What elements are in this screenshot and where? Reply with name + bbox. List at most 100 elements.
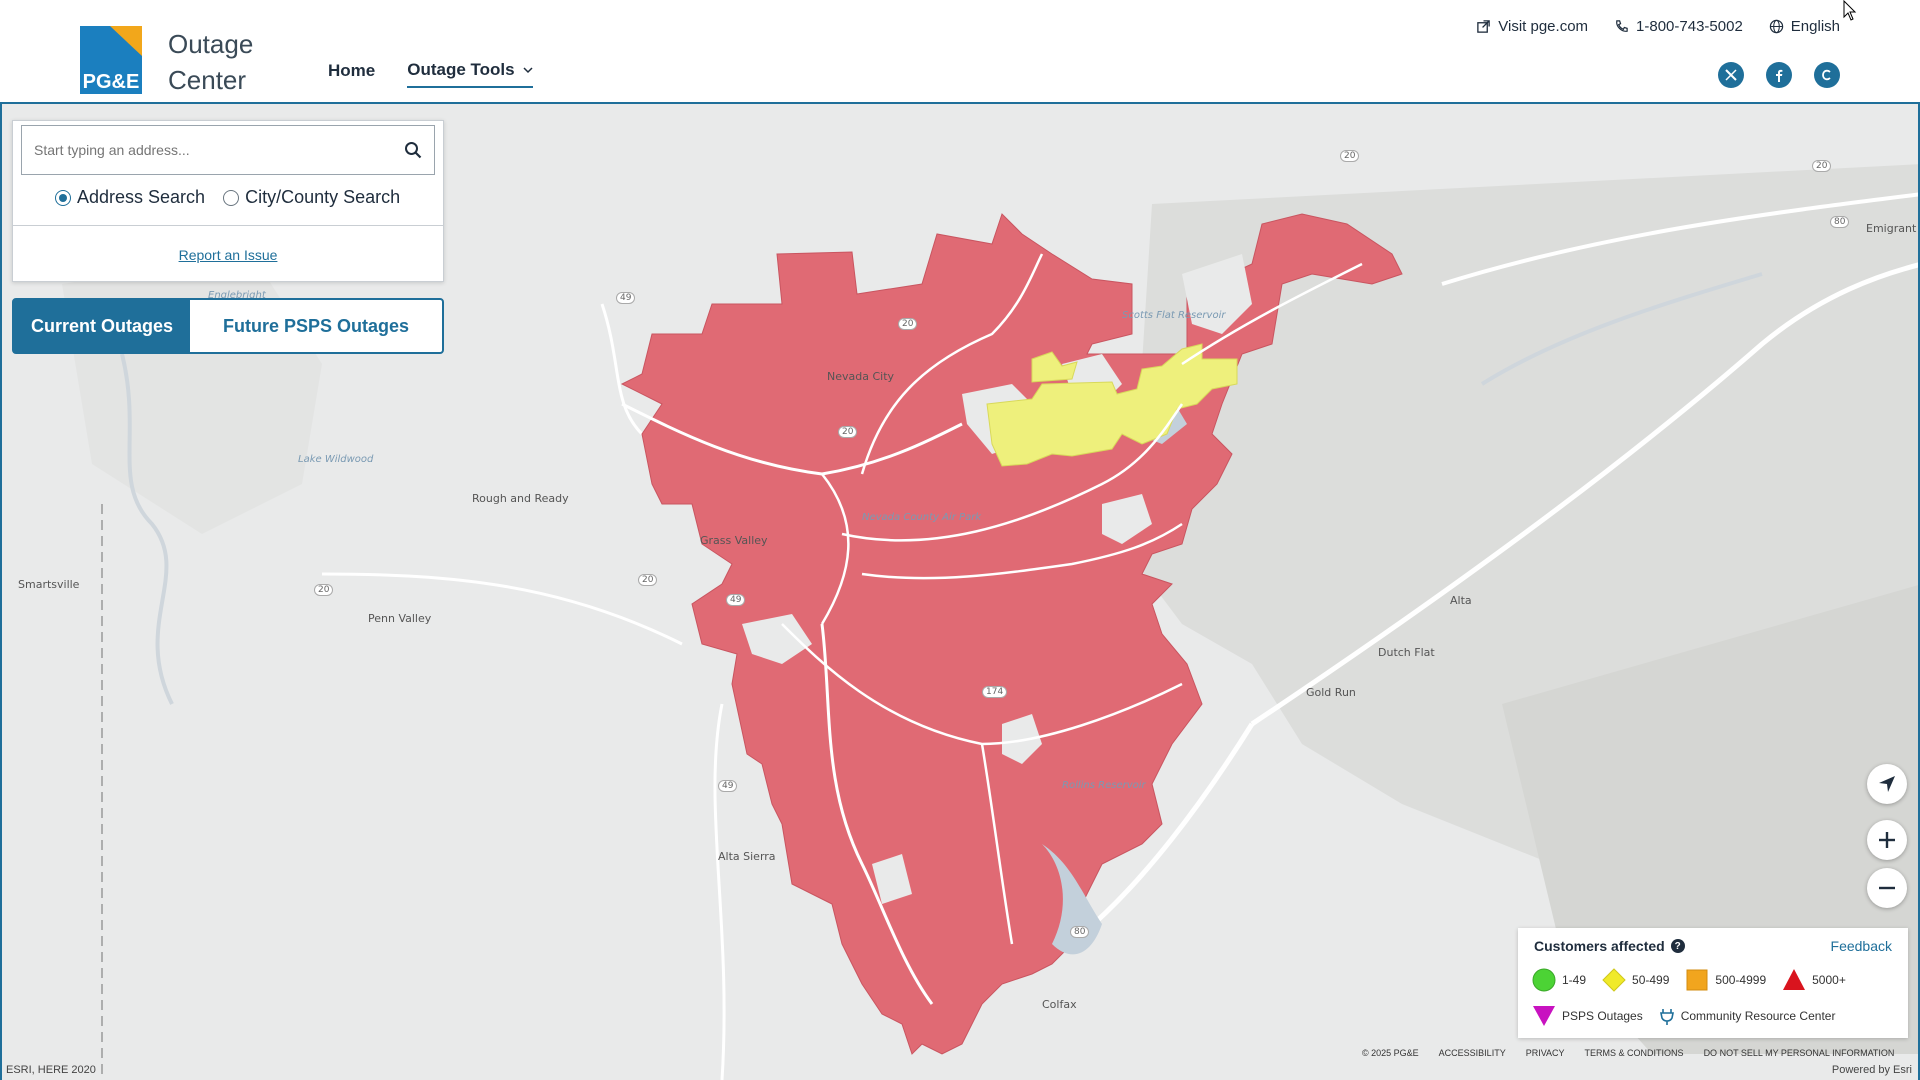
legend-triangle-icon [1783, 969, 1806, 990]
legend-range-500-4999: 500-4999 [1715, 973, 1767, 987]
terrain-shade-west [62, 254, 322, 534]
feedback-link[interactable]: Feedback [1831, 938, 1892, 954]
app-title: Outage Center [168, 26, 253, 98]
highway-shield-49-c: 49 [718, 780, 738, 792]
legend-square-icon [1686, 969, 1708, 991]
city-county-search-radio[interactable] [223, 189, 240, 206]
logo-text: PG&E [83, 71, 140, 93]
plus-icon [1879, 832, 1895, 848]
highway-shield-80-ne: 80 [1830, 216, 1850, 228]
zoom-out-button[interactable] [1867, 868, 1907, 908]
search-icon[interactable] [404, 141, 422, 159]
nav-home[interactable]: Home [328, 60, 375, 88]
label-smartsville: Smartsville [18, 578, 80, 591]
brand-line-2: Center [168, 65, 247, 95]
copyright-text: © 2025 PG&E [1362, 1048, 1419, 1058]
label-scotts-flat: Scotts Flat Reservoir [1122, 310, 1226, 321]
mouse-cursor-icon [1843, 0, 1857, 21]
highway-shield-20-c: 20 [638, 574, 658, 586]
search-mode-group: Address Search City/County Search [55, 187, 410, 208]
label-rollins: Rollins Reservoir [1062, 780, 1146, 791]
map-legend: Customers affected ? Feedback 1-49 50-49… [1518, 928, 1908, 1038]
label-penn-valley: Penn Valley [368, 612, 432, 625]
legend-title: Customers affected ? [1534, 938, 1685, 954]
address-search-radio[interactable] [55, 189, 71, 206]
footer-link-privacy[interactable]: Privacy [1526, 1048, 1565, 1058]
address-search-label: Address Search [77, 187, 206, 207]
community-resource-center-link[interactable]: Community Resource Center [1681, 1009, 1836, 1023]
legend-ranges: 1-49 50-499 500-4999 5000+ [1532, 968, 1856, 992]
outage-tabs: Current Outages Future PSPS Outages [12, 298, 444, 354]
currents-social-button[interactable] [1814, 62, 1840, 88]
nav-outage-tools-label: Outage Tools [407, 60, 515, 79]
highway-shield-20-far: 20 [1812, 160, 1832, 172]
city-county-search-label: City/County Search [245, 187, 401, 207]
label-grass-valley: Grass Valley [700, 534, 768, 547]
footer-link-do-not-sell[interactable]: Do not sell my personal information [1704, 1048, 1895, 1058]
highway-shield-174: 174 [982, 686, 1008, 698]
language-selector[interactable]: English [1769, 18, 1840, 35]
label-alta-sierra: Alta Sierra [718, 850, 776, 863]
highway-shield-80-s: 80 [1070, 926, 1090, 938]
pge-logo[interactable]: PG&E [80, 26, 142, 94]
brand-line-1: Outage [168, 29, 254, 59]
visit-pge-link[interactable]: Visit pge.com [1476, 18, 1588, 35]
facebook-social-button[interactable] [1766, 62, 1792, 88]
legend-psps-icon [1533, 1006, 1555, 1026]
nav-outage-tools[interactable]: Outage Tools [407, 60, 533, 88]
map-attribution: ESRI, HERE 2020 [6, 1064, 96, 1076]
visit-pge-label: Visit pge.com [1498, 18, 1589, 35]
highway-shield-20-ne: 20 [1340, 150, 1360, 162]
address-search-option[interactable]: Address Search [55, 187, 205, 208]
legend-circle-icon [1532, 968, 1556, 992]
locate-button[interactable] [1867, 764, 1907, 804]
legend-psps-label: PSPS Outages [1562, 1009, 1643, 1023]
phone-label: 1-800-743-5002 [1636, 18, 1743, 35]
highway-20-west [321, 572, 683, 646]
label-dutch-flat: Dutch Flat [1378, 646, 1435, 659]
footer-links: © 2025 PG&E Accessibility Privacy Terms … [1362, 1048, 1894, 1058]
facebook-icon [1776, 69, 1783, 82]
language-label: English [1790, 18, 1840, 35]
highway-shield-20-d: 20 [314, 584, 334, 596]
external-link-icon [1477, 20, 1491, 33]
footer-link-accessibility[interactable]: Accessibility [1439, 1048, 1506, 1058]
highway-shield-49-b: 49 [726, 594, 746, 606]
zoom-in-button[interactable] [1867, 820, 1907, 860]
app-header: PG&E Outage Center Home Outage Tools Vis… [0, 0, 1920, 104]
social-links [1718, 62, 1840, 88]
tab-future-psps-outages[interactable]: Future PSPS Outages [190, 300, 442, 352]
utility-links: Visit pge.com 1-800-743-5002 English [1476, 18, 1840, 35]
legend-range-1-49: 1-49 [1562, 973, 1587, 987]
city-county-search-option[interactable]: City/County Search [223, 187, 400, 208]
nav-home-label: Home [328, 61, 376, 80]
address-search-input[interactable] [34, 142, 404, 158]
highway-shield-49-north: 49 [616, 292, 636, 304]
legend-diamond-icon [1602, 968, 1626, 992]
minus-icon [1879, 886, 1895, 890]
c-icon [1822, 69, 1831, 81]
phone-icon [1616, 20, 1628, 32]
chevron-down-icon [523, 67, 533, 74]
help-icon[interactable]: ? [1670, 939, 1685, 953]
highway-shield-20-a: 20 [898, 318, 918, 330]
label-nevada-city: Nevada City [827, 370, 895, 383]
label-alta: Alta [1450, 594, 1472, 607]
x-icon [1725, 69, 1737, 81]
navigation-arrow-icon [1879, 776, 1895, 792]
x-social-button[interactable] [1718, 62, 1744, 88]
phone-link[interactable]: 1-800-743-5002 [1614, 18, 1743, 35]
report-issue-link[interactable]: Report an Issue [13, 247, 443, 263]
legend-other: PSPS Outages Community Resource Center [1532, 1004, 1845, 1028]
footer-link-terms[interactable]: Terms & Conditions [1585, 1048, 1684, 1058]
search-box [21, 125, 435, 175]
label-airpark: Nevada County Air Park [862, 512, 982, 523]
search-panel: Address Search City/County Search Report… [12, 120, 444, 282]
legend-title-text: Customers affected [1534, 938, 1665, 954]
tab-current-outages[interactable]: Current Outages [14, 300, 190, 352]
legend-range-5000-plus: 5000+ [1812, 973, 1846, 987]
powered-by-esri[interactable]: Powered by Esri [1832, 1064, 1912, 1076]
globe-icon [1769, 19, 1783, 34]
panel-divider [13, 225, 443, 226]
main-nav: Home Outage Tools [328, 60, 533, 88]
